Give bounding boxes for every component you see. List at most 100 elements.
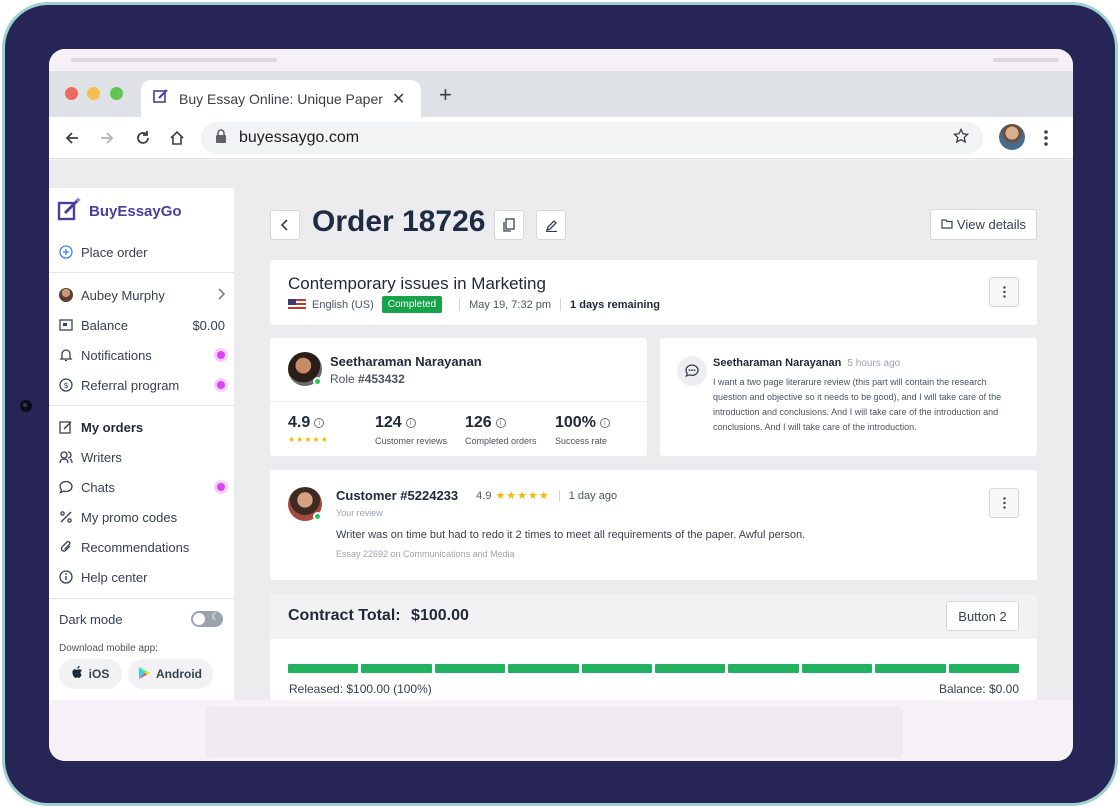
home-icon[interactable]: [165, 126, 189, 150]
progress-segment: [875, 664, 946, 673]
progress-segment: [581, 664, 653, 673]
referral-label: Referral program: [81, 377, 180, 393]
sidebar-item-promo-codes[interactable]: My promo codes: [59, 506, 225, 528]
place-order-link[interactable]: Place order: [59, 241, 225, 263]
stat-completed: 126 i Completed orders: [465, 414, 537, 446]
strip-pill-right: [993, 58, 1059, 62]
folder-icon: [941, 217, 953, 232]
address-bar: buyessaygo.com: [49, 117, 1073, 159]
paperclip-icon: [59, 540, 73, 554]
contract-title: Contract Total: $100.00: [288, 607, 469, 625]
contract-label: Contract Total:: [288, 607, 401, 624]
sidebar-item-writers[interactable]: Writers: [59, 446, 225, 468]
strip-pill-left: [71, 58, 277, 62]
dark-mode-toggle[interactable]: ☾: [191, 611, 223, 627]
forward-arrow-icon[interactable]: [95, 126, 119, 150]
profile-avatar[interactable]: [999, 124, 1025, 150]
sidebar-item-my-orders[interactable]: My orders: [59, 416, 225, 438]
edit-order-button[interactable]: [536, 210, 566, 240]
order-subject: Contemporary issues in Marketing: [288, 274, 546, 293]
pencil-icon: [545, 219, 557, 232]
stat-value: 124: [375, 414, 402, 431]
status-strip: [49, 49, 1073, 71]
view-details-button[interactable]: View details: [930, 209, 1037, 240]
status-badge: Completed: [381, 296, 443, 313]
dollar-circle-icon: $: [59, 378, 73, 392]
contract-header: Contract Total: $100.00 Button 2: [270, 594, 1037, 639]
back-arrow-icon[interactable]: [60, 126, 84, 150]
back-button[interactable]: [270, 210, 300, 240]
sidebar-item-referral[interactable]: $ Referral program: [59, 374, 225, 396]
role-prefix: Role: [330, 372, 355, 386]
stat-value: 4.9: [288, 414, 311, 431]
writers-label: Writers: [81, 449, 122, 465]
review-rating: 4.9: [476, 489, 492, 502]
review-meta[interactable]: Essay 22692 on Communications and Media: [336, 549, 515, 559]
stat-reviews: 124 i Customer reviews: [375, 414, 447, 446]
zoom-window-dot[interactable]: [110, 87, 123, 100]
review-stars: ★★★★★: [495, 490, 550, 502]
progress-segment: [655, 664, 726, 673]
omnibox[interactable]: buyessaygo.com: [201, 122, 983, 154]
android-button[interactable]: Android: [128, 659, 213, 689]
sidebar-item-recommendations[interactable]: Recommendations: [59, 536, 225, 558]
progress-segment: [508, 664, 579, 673]
info-circle-icon: [59, 570, 73, 584]
sidebar-item-chats[interactable]: Chats: [59, 476, 225, 498]
sidebar-item-help[interactable]: Help center: [59, 566, 225, 588]
copy-icon: [503, 218, 515, 232]
bottom-area: [49, 700, 1073, 761]
user-menu[interactable]: Aubey Murphy: [59, 284, 226, 306]
tab-close-icon[interactable]: ✕: [392, 89, 405, 109]
message-time: 5 hours ago: [847, 358, 901, 369]
sidebar-item-notifications[interactable]: Notifications: [59, 344, 225, 366]
new-tab-icon[interactable]: +: [439, 84, 452, 106]
more-vertical-icon: [1002, 497, 1006, 509]
info-icon[interactable]: i: [314, 418, 325, 428]
logo-text: BuyEssayGo: [89, 203, 182, 220]
bottom-bar: [206, 706, 903, 758]
view-details-label: View details: [956, 217, 1027, 232]
reload-icon[interactable]: [131, 126, 155, 150]
review-card: Customer #5224233 4.9 ★★★★★ 1 day ago Yo…: [270, 470, 1037, 580]
progress-segment: [728, 664, 799, 673]
url-text: buyessaygo.com: [239, 129, 360, 146]
divider: [49, 272, 234, 273]
plus-circle-icon: [59, 245, 73, 259]
info-icon[interactable]: i: [495, 418, 506, 428]
divider: [270, 401, 647, 402]
writer-name[interactable]: Seetharaman Narayanan: [330, 354, 482, 369]
balance-value: $0.00: [192, 317, 225, 333]
order-meta: English (US) Completed May 19, 7:32 pm 1…: [288, 296, 660, 313]
message-icon: [677, 356, 707, 386]
chevron-left-icon: [281, 219, 288, 231]
ios-button[interactable]: iOS: [59, 659, 122, 689]
online-indicator: [313, 377, 322, 386]
apple-icon: [72, 666, 83, 682]
divider: [459, 298, 461, 311]
order-more-button[interactable]: [989, 277, 1019, 307]
info-icon[interactable]: i: [599, 418, 610, 428]
browser-menu-icon[interactable]: [1044, 128, 1048, 148]
message-card: Seetharaman Narayanan 5 hours ago I want …: [660, 338, 1037, 456]
balance-row[interactable]: Balance $0.00: [59, 314, 225, 336]
stat-value: 126: [465, 414, 492, 431]
contract-total: $100.00: [411, 607, 469, 624]
info-icon[interactable]: i: [405, 418, 416, 428]
divider: [560, 298, 562, 311]
close-window-dot[interactable]: [65, 87, 78, 100]
review-header: Customer #5224233 4.9 ★★★★★ 1 day ago: [336, 488, 617, 503]
your-review-label: Your review: [336, 508, 383, 518]
contract-balance: Balance: $0.00: [938, 682, 1019, 696]
review-more-button[interactable]: [989, 488, 1019, 518]
logo[interactable]: BuyEssayGo: [57, 196, 182, 227]
promo-codes-label: My promo codes: [81, 509, 178, 525]
app-area: BuyEssayGo Place order Aubey Murphy Bala…: [49, 160, 1073, 700]
contract-action-button[interactable]: Button 2: [946, 601, 1019, 631]
edit-icon: [59, 420, 73, 434]
browser-tab[interactable]: Buy Essay Online: Unique Paper ✕: [141, 80, 421, 117]
bookmark-star-icon[interactable]: [952, 127, 970, 149]
edit-favicon-icon: [153, 88, 169, 109]
minimize-window-dot[interactable]: [87, 87, 100, 100]
copy-button[interactable]: [494, 210, 524, 240]
